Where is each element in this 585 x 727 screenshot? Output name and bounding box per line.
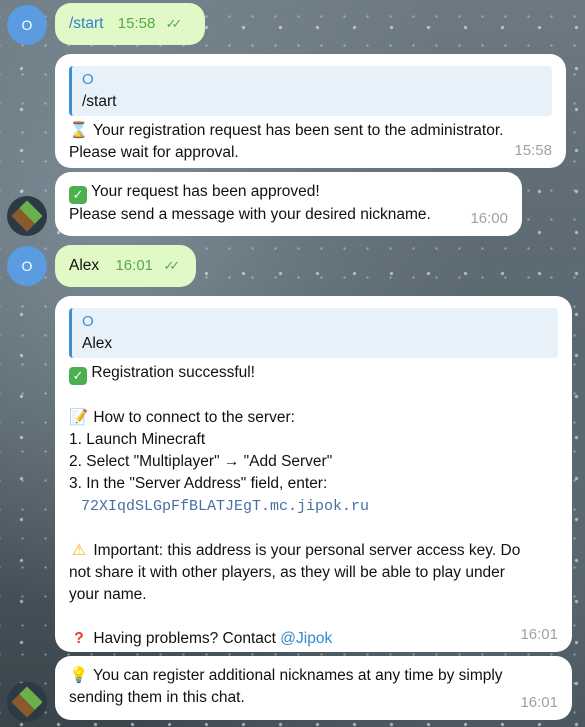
message-line-2: Please send a message with your desired … <box>69 206 431 223</box>
important-line-2: not share it with other players, as they… <box>69 564 505 581</box>
user-avatar[interactable]: O <box>7 5 47 45</box>
message-line-2: sending them in this chat. <box>69 689 245 706</box>
question-mark-icon: ? <box>74 630 84 647</box>
light-bulb-icon: 💡 <box>69 667 89 684</box>
problems-text: Having problems? Contact <box>93 630 276 647</box>
step-2: 2. Select "Multiplayer" → "Add Server" <box>69 453 333 470</box>
read-checkmarks-icon: ✓✓ <box>163 258 180 273</box>
success-text: Registration successful! <box>91 364 255 381</box>
message-line-1: Your registration request has been sent … <box>93 122 504 139</box>
important-line-3: your name. <box>69 586 147 603</box>
reply-quote[interactable]: O Alex <box>69 308 558 358</box>
hourglass-icon: ⌛ <box>69 122 89 139</box>
message-outgoing-start[interactable]: /start 15:58 ✓✓ <box>55 3 205 45</box>
step-1: 1. Launch Minecraft <box>69 431 206 448</box>
message-line-1: You can register additional nicknames at… <box>93 667 503 684</box>
message-incoming-request-sent[interactable]: O /start ⌛ Your registration request has… <box>55 54 566 168</box>
message-incoming-registration-success[interactable]: O Alex ✓ Registration successful! 📝 How … <box>55 296 572 652</box>
quote-author: O <box>82 313 94 330</box>
message-time: 16:00 <box>470 210 508 227</box>
grass-block-icon <box>11 200 43 232</box>
contact-link[interactable]: @Jipok <box>280 630 332 647</box>
bot-avatar[interactable] <box>7 682 47 722</box>
message-text: /start <box>69 15 104 32</box>
message-incoming-approved[interactable]: ✓ Your request has been approved! Please… <box>55 172 522 236</box>
read-checkmarks-icon: ✓✓ <box>165 16 183 31</box>
warning-icon: ⚠ <box>72 542 86 559</box>
message-incoming-additional-nicknames[interactable]: 💡 You can register additional nicknames … <box>55 656 572 720</box>
quote-author: O <box>82 71 94 88</box>
bot-avatar[interactable] <box>7 196 47 236</box>
important-line-1: Important: this address is your personal… <box>93 542 521 559</box>
message-time: 16:01 <box>520 694 558 711</box>
message-line-2: Please wait for approval. <box>69 144 239 161</box>
grass-block-icon <box>11 686 43 718</box>
user-avatar-letter: O <box>21 258 33 274</box>
memo-icon: 📝 <box>69 409 89 426</box>
message-outgoing-nickname[interactable]: Alex 16:01 ✓✓ <box>55 245 196 287</box>
user-avatar-letter: O <box>21 17 33 33</box>
check-mark-icon: ✓ <box>69 367 87 385</box>
quote-text: /start <box>82 93 117 110</box>
message-line-1: Your request has been approved! <box>91 183 320 200</box>
user-avatar[interactable]: O <box>7 246 47 286</box>
message-time: 16:01 <box>115 257 154 274</box>
check-mark-icon: ✓ <box>69 186 87 204</box>
message-time: 15:58 <box>117 15 156 32</box>
step-3: 3. In the "Server Address" field, enter: <box>69 475 328 492</box>
message-text: Alex <box>69 257 100 274</box>
message-time: 15:58 <box>514 142 552 159</box>
message-time: 16:01 <box>520 626 558 643</box>
server-address-code[interactable]: 72XIqdSLGpFfBLATJEgT.mc.jipok.ru <box>81 498 369 515</box>
reply-quote[interactable]: O /start <box>69 66 552 116</box>
howto-text: How to connect to the server: <box>93 409 295 426</box>
quote-text: Alex <box>82 335 113 352</box>
